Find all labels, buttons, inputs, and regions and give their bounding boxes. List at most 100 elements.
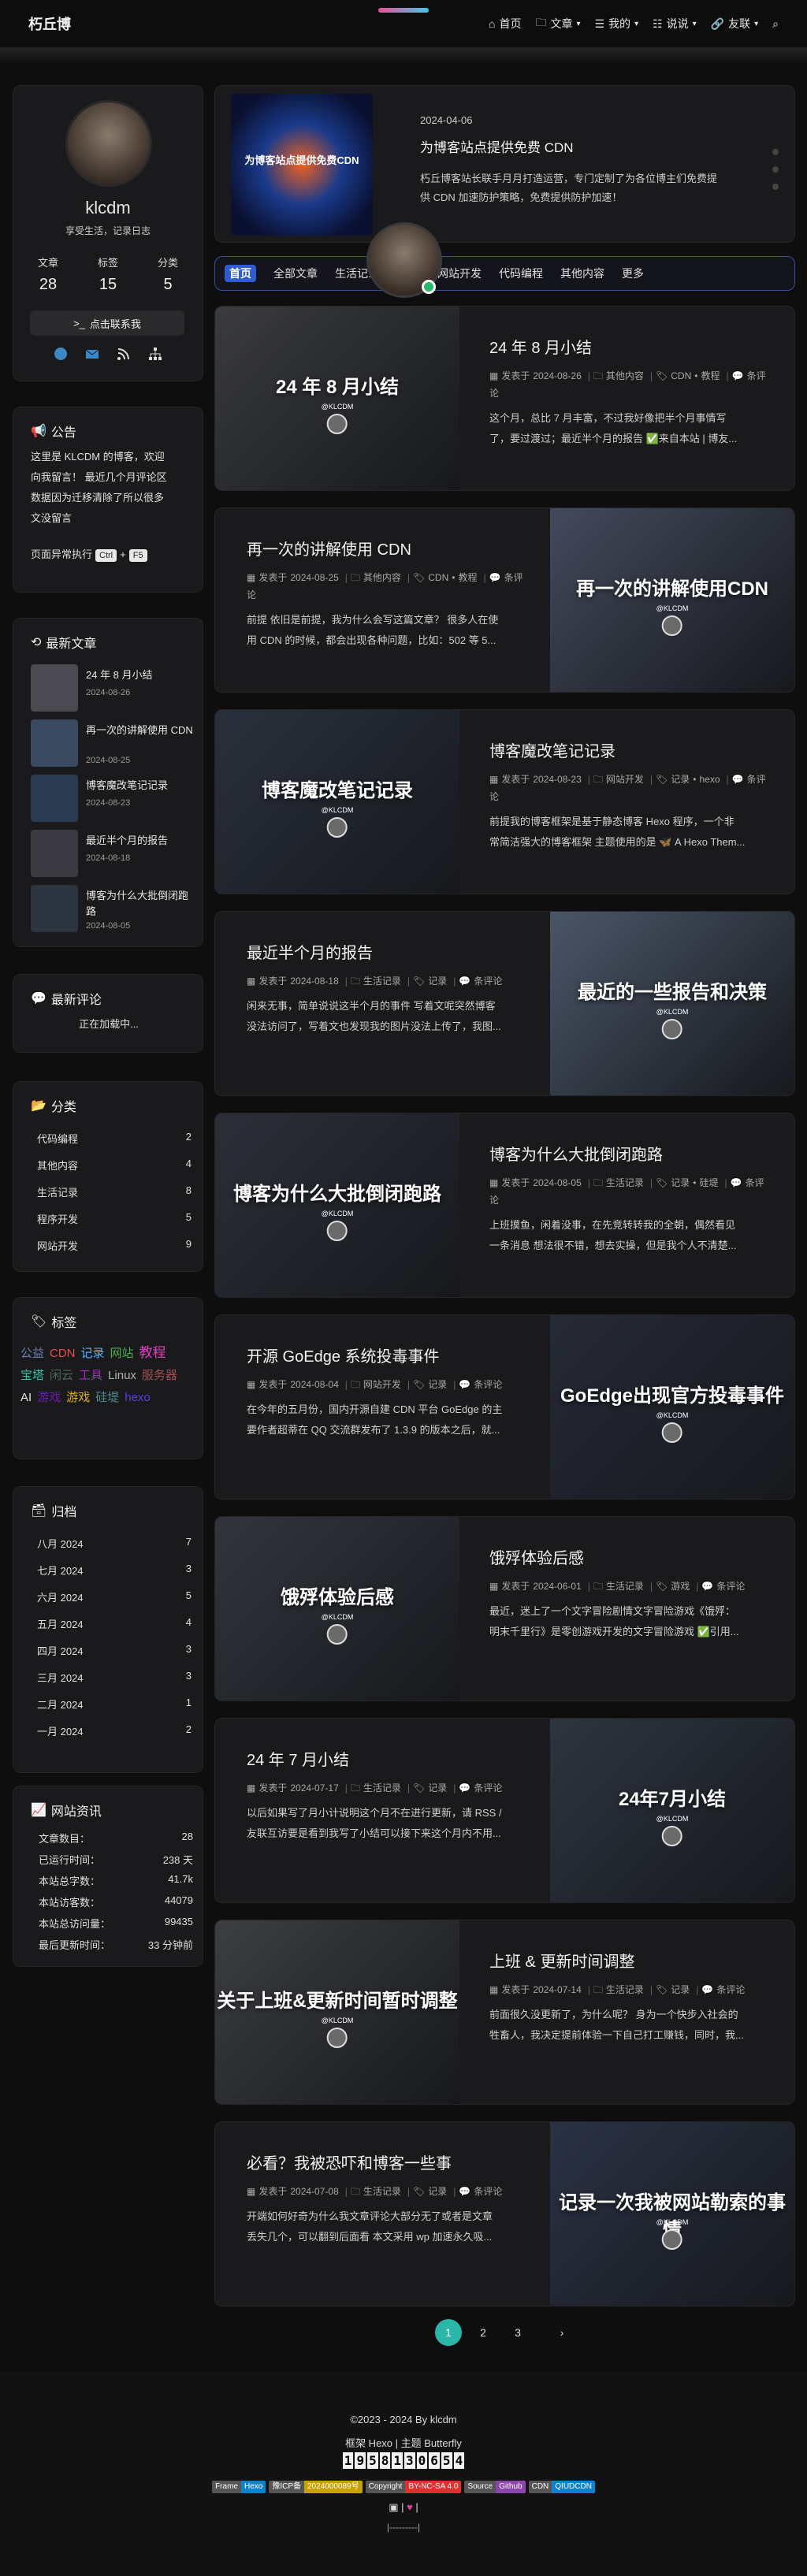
post-category[interactable]: 生活记录 (606, 1984, 644, 1995)
tag-link[interactable]: 服务器 (142, 1365, 177, 1387)
post-tag[interactable]: 记录 (671, 1984, 690, 1995)
post-cover-image[interactable]: 再一次的讲解使用CDN @KLCDM (550, 508, 794, 692)
post-tag[interactable]: hexo (699, 774, 720, 785)
featured-post[interactable]: 为博客站点提供免费CDN 2024-04-06 为博客站点提供免费 CDN 朽丘… (214, 85, 795, 243)
post-tag[interactable]: CDN (428, 572, 448, 583)
post-category[interactable]: 其他内容 (363, 572, 401, 583)
tag-link[interactable]: 教程 (139, 1342, 166, 1364)
archive-item[interactable]: 四月 2024 3 (37, 1643, 192, 1658)
nav-item-0[interactable]: ⌂ 首页 (489, 16, 521, 32)
post-cover-image[interactable]: 饿殍体验后感 @KLCDM (215, 1517, 459, 1701)
post-tag[interactable]: 记录 (671, 774, 690, 785)
tab-0[interactable]: 首页 (225, 265, 256, 282)
footer-badge[interactable]: Copyright BY-NC-SA 4.0 (365, 2481, 462, 2493)
recent-post-item[interactable]: 博客为什么大批倒闭跑路 2024-08-05 (31, 885, 198, 934)
post-title[interactable]: 24 年 8 月小结 (489, 335, 769, 358)
featured-dots[interactable] (772, 149, 779, 190)
tab-5[interactable]: 代码编程 (499, 266, 543, 281)
post-category[interactable]: 生活记录 (363, 1782, 401, 1794)
tag-link[interactable]: 游戏 (66, 1387, 90, 1409)
post-cover-image[interactable]: GoEdge出现官方投毒事件 @KLCDM (550, 1315, 794, 1499)
next-page-icon[interactable]: › (549, 2319, 575, 2346)
category-item[interactable]: 生活记录 8 (37, 1184, 192, 1199)
tag-link[interactable]: hexo (125, 1387, 151, 1409)
post-tag[interactable]: 记录 (428, 1379, 447, 1390)
archive-item[interactable]: 七月 2024 3 (37, 1563, 192, 1578)
category-item[interactable]: 程序开发 5 (37, 1211, 192, 1226)
post-card[interactable]: GoEdge出现官方投毒事件 @KLCDM 开源 GoEdge 系统投毒事件 ▦ 发表于… (214, 1314, 795, 1500)
nav-item-3[interactable]: ☷ 说说 ▾ (653, 16, 697, 32)
post-title[interactable]: 饿殍体验后感 (489, 1545, 769, 1568)
post-cover-image[interactable]: 博客魔改笔记记录 @KLCDM (215, 710, 459, 894)
post-title[interactable]: 必看？我被恐吓和博客一些事 (247, 2150, 526, 2173)
archive-item[interactable]: 二月 2024 1 (37, 1697, 192, 1712)
tag-link[interactable]: 硅堤 (95, 1387, 119, 1409)
post-tag[interactable]: 记录 (671, 1177, 690, 1188)
image-icon[interactable]: ▣ (389, 2501, 398, 2513)
stat-tags[interactable]: 标签 15 (86, 255, 130, 294)
category-item[interactable]: 代码编程 2 (37, 1131, 192, 1146)
archive-item[interactable]: 三月 2024 3 (37, 1670, 192, 1685)
category-item[interactable]: 其他内容 4 (37, 1158, 192, 1173)
post-cover-image[interactable]: 24 年 8 月小结 @KLCDM (215, 307, 459, 490)
post-title[interactable]: 再一次的讲解使用 CDN (247, 537, 526, 559)
post-tag[interactable]: 教程 (458, 572, 477, 583)
tag-link[interactable]: 记录 (81, 1343, 105, 1365)
tag-link[interactable]: CDN (50, 1343, 76, 1365)
avatar[interactable] (65, 100, 152, 187)
heart-icon[interactable]: ♥ (407, 2501, 413, 2513)
tag-link[interactable]: 宝塔 (20, 1365, 44, 1387)
post-title[interactable]: 上班 & 更新时间调整 (489, 1949, 769, 1972)
post-tag[interactable]: 记录 (428, 2186, 447, 2197)
post-title[interactable]: 开源 GoEdge 系统投毒事件 (247, 1344, 526, 1366)
tag-link[interactable]: AI (20, 1387, 32, 1409)
post-card[interactable]: 记录一次我被网站勒索的事情@KLCDM 必看？我被恐吓和博客一些事 ▦发表于2024… (214, 2121, 795, 2307)
post-card[interactable]: 最近的一些报告和决策 @KLCDM 最近半个月的报告 ▦ 发表于 2024-08-18 | 🗀… (214, 911, 795, 1096)
post-tag[interactable]: 硅堤 (699, 1177, 718, 1188)
post-category[interactable]: 网站开发 (606, 774, 644, 785)
nav-item-1[interactable]: 🗀 文章 ▾ (535, 14, 580, 33)
post-tag[interactable]: 游戏 (671, 1581, 690, 1592)
post-card[interactable]: 24 年 8 月小结 @KLCDM 24 年 8 月小结 ▦ 发表于 2024-08-26… (214, 306, 795, 491)
nav-item-4[interactable]: 🔗 友联 ▾ (711, 16, 758, 32)
nav-item-2[interactable]: ☰ 我的 ▾ (595, 16, 639, 32)
page-3[interactable]: 3 (504, 2319, 531, 2346)
tag-link[interactable]: Linux (108, 1365, 136, 1387)
post-cover-image[interactable]: 最近的一些报告和决策 @KLCDM (550, 912, 794, 1095)
recent-post-item[interactable]: 博客魔改笔记记录 2024-08-23 (31, 775, 198, 823)
site-brand[interactable]: 朽丘博 (28, 13, 71, 34)
tag-link[interactable]: 闲云 (50, 1365, 73, 1387)
tab-1[interactable]: 全部文章 (273, 266, 318, 281)
post-title[interactable]: 博客魔改笔记记录 (489, 738, 769, 761)
post-cover-image[interactable]: 24年7月小结 @KLCDM (550, 1719, 794, 1902)
post-card[interactable]: 24年7月小结 @KLCDM 24 年 7 月小结 ▦ 发表于 2024-07-17 | 🗀 生… (214, 1718, 795, 1903)
tag-link[interactable]: 工具 (79, 1365, 102, 1387)
github-icon[interactable] (54, 347, 68, 361)
sitemap-icon[interactable] (148, 347, 162, 361)
tag-link[interactable]: 游戏 (37, 1387, 61, 1409)
mail-icon[interactable] (85, 347, 99, 361)
tag-link[interactable]: 公益 (20, 1343, 44, 1365)
post-category[interactable]: 生活记录 (363, 2186, 401, 2197)
post-cover-image[interactable]: 记录一次我被网站勒索的事情@KLCDM (550, 2122, 794, 2306)
footer-badge[interactable]: CDN QIUDCDN (528, 2481, 595, 2493)
contact-button[interactable]: >_ 点击联系我 (30, 310, 184, 336)
post-category[interactable]: 其他内容 (606, 370, 644, 381)
tab-7[interactable]: 更多 (622, 266, 644, 281)
search-icon[interactable]: ⌕ (772, 17, 779, 31)
post-tag[interactable]: 教程 (701, 370, 720, 381)
post-title[interactable]: 博客为什么大批倒闭跑路 (489, 1142, 769, 1165)
featured-title[interactable]: 为博客站点提供免费 CDN (420, 136, 574, 156)
post-category[interactable]: 网站开发 (363, 1379, 401, 1390)
footer-badge[interactable]: Source Github (464, 2481, 526, 2493)
tab-4[interactable]: 网站开发 (437, 266, 482, 281)
post-title[interactable]: 最近半个月的报告 (247, 940, 526, 963)
tag-link[interactable]: 网站 (110, 1343, 134, 1365)
stat-posts[interactable]: 文章 28 (26, 255, 70, 294)
post-tag[interactable]: 记录 (428, 1782, 447, 1794)
stat-categories[interactable]: 分类 5 (146, 255, 190, 294)
post-card[interactable]: 关于上班&更新时间暂时调整 @KLCDM 上班 & 更新时间调整 ▦ 发表于 2024-0… (214, 1920, 795, 2105)
footer-badge[interactable]: 豫ICP备 2024000089号 (269, 2481, 363, 2493)
post-card[interactable]: 博客魔改笔记记录 @KLCDM 博客魔改笔记记录 ▦ 发表于 2024-08-23 | 🗀 网站… (214, 709, 795, 894)
archive-item[interactable]: 五月 2024 4 (37, 1616, 192, 1631)
